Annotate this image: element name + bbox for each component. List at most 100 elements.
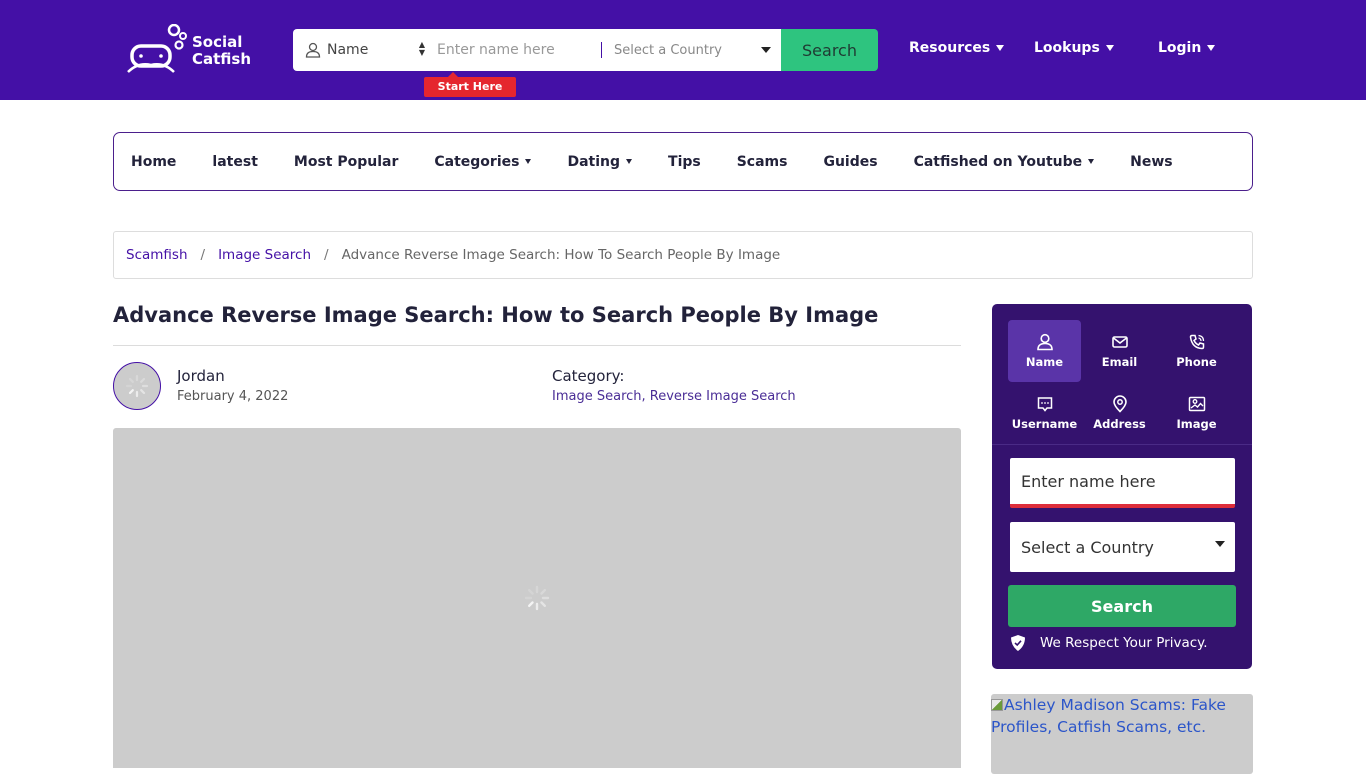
caret-down-icon [1215,541,1225,547]
caret-down-icon [996,45,1005,51]
header-name-input[interactable] [433,29,601,71]
tab-label: Image [1176,417,1217,431]
mainnav-scams[interactable]: Scams [737,154,788,170]
mainnav-dating[interactable]: Dating [567,153,633,170]
user-icon [305,42,321,58]
nav-lookups-label: Lookups [1034,40,1100,56]
nav-resources[interactable]: Resources [909,40,1005,56]
breadcrumb: Scamfish / Image Search / Advance Revers… [113,231,1253,279]
nav-login[interactable]: Login [1158,40,1216,56]
category-label: Category: [552,367,625,385]
title-divider [113,345,961,346]
category-links[interactable]: Image Search, Reverse Image Search [552,389,796,404]
tab-label: Email [1101,355,1138,369]
logo[interactable]: Social Catfish [126,24,256,74]
publish-date: February 4, 2022 [177,389,289,404]
related-article-alt-text: Ashley Madison Scams: Fake Profiles, Cat… [991,696,1226,736]
sidebar-related-image: Ashley Madison Scams: Fake Profiles, Cat… [991,694,1253,774]
logo-text: Social Catfish [192,34,251,68]
mainnav-most-popular[interactable]: Most Popular [294,154,398,170]
mainnav-label: News [1130,153,1173,170]
tab-name[interactable]: Name [1008,320,1081,382]
broken-image-icon [991,699,1003,711]
mainnav-latest[interactable]: latest [212,154,257,170]
caret-down-icon [1207,45,1216,51]
mainnav-label: Dating [567,153,621,170]
site-header: Social Catfish Name ▲▼ Select a Country … [0,0,1366,100]
mainnav-label: latest [212,153,258,170]
mainnav-label: Home [131,153,177,170]
tab-label: Username [1011,417,1078,431]
tab-label: Address [1093,417,1146,431]
tab-label: Name [1025,355,1064,369]
tab-phone[interactable]: Phone [1158,320,1235,382]
mainnav-guides[interactable]: Guides [823,154,877,170]
hero-image-placeholder [113,428,961,768]
caret-down-icon [626,159,633,164]
tab-address[interactable]: Address [1081,382,1158,444]
divider [601,42,602,58]
logo-line-1: Social [192,33,243,51]
avatar [113,362,161,410]
widget-name-input[interactable] [1010,458,1235,508]
search-type-select[interactable]: Name ▲ ▼ [293,29,433,71]
privacy-text: We Respect Your Privacy. [1040,635,1208,651]
nav-login-label: Login [1158,40,1202,56]
search-type-label: Name [327,42,369,58]
start-here-tooltip: Start Here [424,72,516,97]
main-navigation: Home latest Most Popular Categories Dati… [113,132,1253,191]
mainnav-label: Tips [668,153,701,170]
header-search-form: Name ▲▼ Select a Country Search [293,29,878,71]
tab-image[interactable]: Image [1158,382,1235,444]
related-article-link[interactable]: Ashley Madison Scams: Fake Profiles, Cat… [991,694,1253,738]
widget-search-button[interactable]: Search [1008,585,1236,627]
author-name[interactable]: Jordan [177,367,225,385]
breadcrumb-separator: / [200,247,206,263]
caret-down-icon [1105,45,1114,51]
phone-icon [1189,334,1204,350]
header-search-button[interactable]: Search [781,29,878,71]
mainnav-label: Scams [736,153,788,170]
caret-down-icon [761,47,771,53]
shield-check-icon [1011,635,1025,651]
header-country-select[interactable]: Select a Country [601,29,781,71]
chat-icon [1037,397,1052,412]
loading-spinner-icon [524,585,550,611]
catfish-logo-icon [127,24,187,73]
caret-down-icon [1088,159,1095,164]
breadcrumb-separator: / [324,247,329,263]
caret-down-icon [525,159,532,164]
tab-username[interactable]: Username [1008,382,1081,444]
location-pin-icon [1112,395,1127,413]
mainnav-label: Categories [434,153,520,170]
breadcrumb-image-search[interactable]: Image Search [218,247,311,263]
loading-spinner-icon [125,374,149,398]
search-widget: Name Email Phone Username Address Image … [992,304,1252,669]
envelope-icon [1111,336,1128,348]
mainnav-label: Most Popular [293,153,399,170]
mainnav-categories[interactable]: Categories [434,153,532,170]
nav-lookups[interactable]: Lookups [1034,40,1114,56]
mainnav-catfished-on-youtube[interactable]: Catfished on Youtube [914,154,1095,170]
page-title: Advance Reverse Image Search: How to Sea… [113,303,879,327]
widget-divider [992,444,1252,445]
privacy-note: We Respect Your Privacy. [1010,634,1208,652]
image-icon [1188,396,1205,412]
search-type-tabs: Name Email Phone Username Address Image [1008,320,1240,444]
mainnav-tips[interactable]: Tips [668,154,701,170]
mainnav-label: Guides [823,153,878,170]
breadcrumb-current: Advance Reverse Image Search: How To Sea… [341,247,781,263]
widget-country-select[interactable]: Select a Country [1010,522,1235,572]
mainnav-news[interactable]: News [1130,154,1172,170]
up-down-arrows-icon: ▲ ▼ [418,40,425,57]
user-icon [1036,333,1053,351]
country-select-value: Select a Country [614,42,722,58]
tab-label: Phone [1176,355,1217,369]
logo-line-2: Catfish [192,50,252,68]
tab-email[interactable]: Email [1081,320,1158,382]
country-select-value: Select a Country [1021,537,1154,557]
nav-resources-label: Resources [909,40,991,56]
breadcrumb-scamfish[interactable]: Scamfish [126,247,188,263]
mainnav-label: Catfished on Youtube [913,153,1083,170]
mainnav-home[interactable]: Home [131,154,176,170]
